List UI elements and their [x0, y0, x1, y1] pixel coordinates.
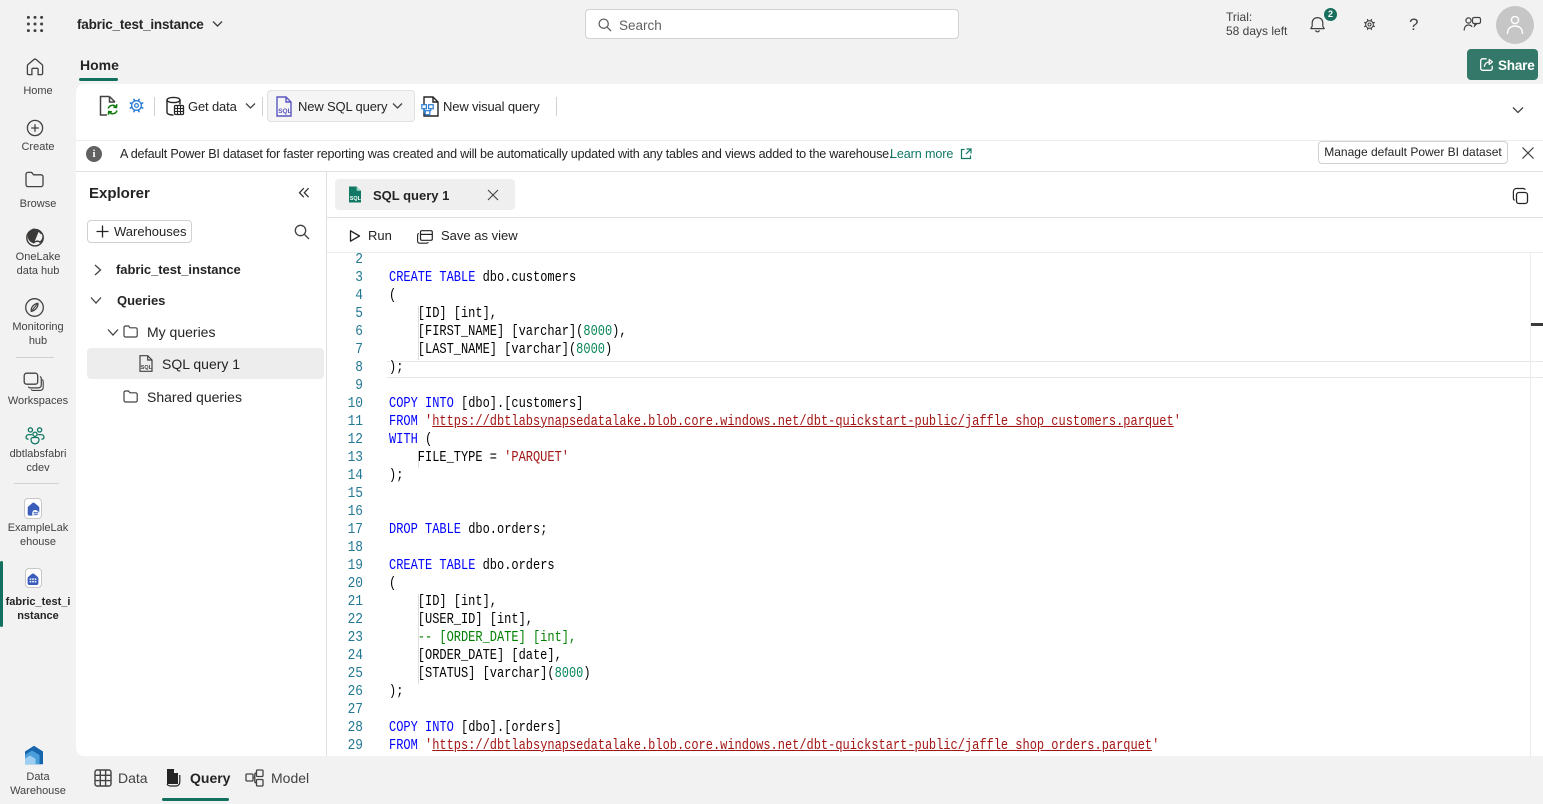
- svg-text:SQL: SQL: [278, 108, 291, 115]
- svg-text:SQL: SQL: [141, 365, 153, 371]
- svg-text:SQL: SQL: [350, 196, 362, 202]
